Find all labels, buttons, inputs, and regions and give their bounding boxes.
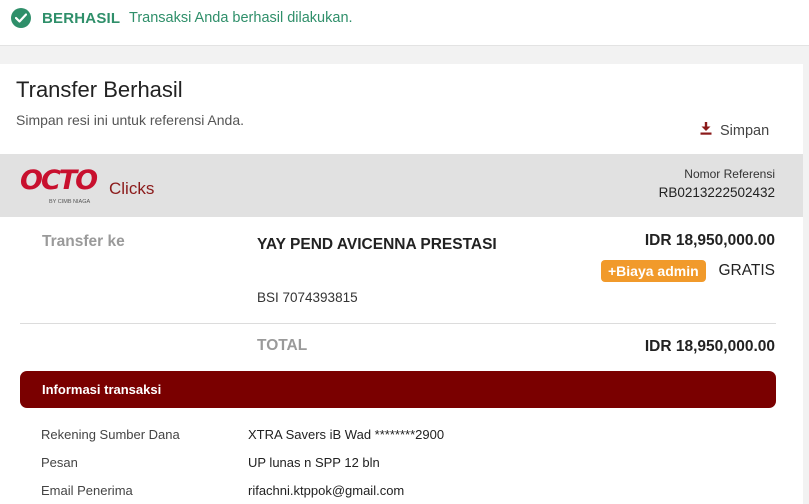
message-value: UP lunas n SPP 12 bln [248,455,380,470]
status-label: BERHASIL [42,10,121,27]
logo-byline: BY CIMB NIAGA [49,199,91,205]
source-account-label: Rekening Sumber Dana [41,427,180,442]
octo-clicks-logo: OCTO Clicks BY CIMB NIAGA [20,165,154,205]
transfer-to-label: Transfer ke [42,233,125,250]
recipient-email-value: rifachni.ktppok@gmail.com [248,483,405,498]
admin-fee-badge: +Biaya admin [601,260,706,282]
total-label: TOTAL [257,337,308,354]
payee-name: YAY PEND AVICENNA PRESTASI [257,236,497,253]
page-title: Transfer Berhasil [16,77,183,102]
admin-fee-value: GRATIS [718,262,775,279]
recipient-email-label: Email Penerima [41,483,133,498]
divider [20,323,776,324]
check-circle-icon [11,8,31,28]
save-label: Simpan [720,122,770,139]
total-value: IDR 18,950,000.00 [644,338,775,355]
info-section-header: Informasi transaksi [20,371,776,408]
source-account-value: XTRA Savers iB Wad ********2900 [248,427,445,442]
reference-label: Nomor Referensi [684,167,775,181]
payee-account: BSI 7074393815 [257,290,358,305]
save-button[interactable]: Simpan [700,121,769,140]
transfer-amount: IDR 18,950,000.00 [644,232,775,249]
status-message: Transaksi Anda berhasil dilakukan. [129,10,353,26]
logo-suffix: Clicks [109,179,155,198]
success-banner: BERHASIL Transaksi Anda berhasil dilakuk… [0,0,809,46]
logo-text: OCTO [20,165,98,196]
download-icon [700,121,712,140]
info-section-title: Informasi transaksi [42,382,162,397]
page-subtitle: Simpan resi ini untuk referensi Anda. [16,112,245,128]
message-label: Pesan [41,455,78,470]
reference-number: RB0213222502432 [658,185,775,200]
